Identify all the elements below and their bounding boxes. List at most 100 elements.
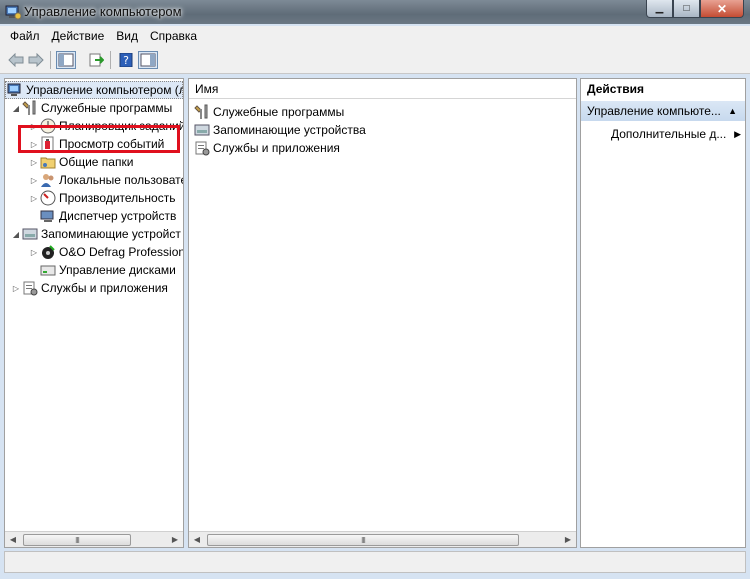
menu-view[interactable]: Вид <box>110 29 144 43</box>
submenu-arrow-icon: ▶ <box>734 128 741 139</box>
disk-management-icon <box>40 262 56 278</box>
toolbar: ? <box>0 46 750 74</box>
clock-icon <box>40 118 56 134</box>
export-list-icon <box>89 53 104 67</box>
tree-item-label: Службы и приложения <box>41 281 168 295</box>
svg-text:?: ? <box>123 54 129 67</box>
collapsed-arrow-icon[interactable]: ▷ <box>29 158 39 167</box>
actions-more-item[interactable]: Дополнительные д... ▶ <box>611 125 741 143</box>
column-header-label: Имя <box>195 81 219 96</box>
title-bar[interactable]: Управление компьютером ▁ □ ✕ <box>0 0 750 24</box>
tree-item-shared-folders[interactable]: ▷ Общие папки <box>29 153 134 171</box>
collapsed-arrow-icon[interactable]: ▷ <box>11 284 21 293</box>
actions-more-label: Дополнительные д... <box>611 127 727 141</box>
back-arrow-icon <box>8 53 24 67</box>
collapsed-arrow-icon[interactable]: ▷ <box>29 248 39 257</box>
list-item-label: Запоминающие устройства <box>213 123 366 137</box>
tree-item-system-tools[interactable]: ◢ Служебные программы <box>11 99 172 117</box>
close-button[interactable]: ✕ <box>700 0 744 18</box>
list-item-label: Службы и приложения <box>213 141 340 155</box>
storage-icon <box>22 226 38 242</box>
menu-file[interactable]: Файл <box>4 29 46 43</box>
close-icon: ✕ <box>716 1 728 16</box>
export-list-button[interactable] <box>86 51 106 69</box>
collapsed-arrow-icon[interactable]: ▷ <box>29 122 39 131</box>
scroll-right-icon[interactable]: ▶ <box>560 532 576 547</box>
tree-item-label: Запоминающие устройст <box>41 227 181 241</box>
storage-icon <box>194 122 210 138</box>
tree-item-oo-defrag[interactable]: ▷ O&O Defrag Profession <box>29 243 184 261</box>
toolbar-separator <box>50 51 51 69</box>
column-header-name[interactable]: Имя <box>189 79 576 99</box>
tree-root-item[interactable]: Управление компьютером (л <box>5 81 183 99</box>
list-item[interactable]: Служебные программы <box>193 103 344 121</box>
list-horizontal-scrollbar[interactable]: ◀ III ▶ <box>189 531 576 547</box>
status-bar <box>4 551 746 573</box>
tree-item-label: Производительность <box>59 191 176 205</box>
show-hide-action-pane-button[interactable] <box>138 51 158 69</box>
show-hide-tree-button[interactable] <box>56 51 76 69</box>
list-item-label: Служебные программы <box>213 105 345 119</box>
tools-icon <box>22 100 38 116</box>
tree-item-label: O&O Defrag Profession <box>59 245 184 259</box>
actions-header: Действия <box>581 79 745 99</box>
scrollbar-grip: III <box>361 535 366 545</box>
services-icon <box>194 140 210 156</box>
scroll-right-icon[interactable]: ▶ <box>167 532 183 547</box>
forward-button[interactable] <box>26 51 46 69</box>
collapsed-arrow-icon[interactable]: ▷ <box>29 140 39 149</box>
performance-icon <box>40 190 56 206</box>
tree-item-disk-management[interactable]: Управление дисками <box>29 261 176 279</box>
services-icon <box>22 280 38 296</box>
tree-item-event-viewer[interactable]: ▷ Просмотр событий <box>29 135 164 153</box>
scrollbar-thumb[interactable]: III <box>207 534 519 546</box>
collapse-up-icon[interactable]: ▲ <box>728 106 737 116</box>
menu-action[interactable]: Действие <box>46 29 111 43</box>
users-icon <box>40 172 56 188</box>
tree-item-storage[interactable]: ◢ Запоминающие устройст <box>11 225 181 243</box>
tree-item-label: Служебные программы <box>41 101 173 115</box>
device-manager-icon <box>40 208 56 224</box>
actions-section-computer-management[interactable]: Управление компьюте... ▲ <box>581 101 745 121</box>
collapsed-arrow-icon[interactable]: ▷ <box>29 176 39 185</box>
expanded-arrow-icon[interactable]: ◢ <box>11 230 21 239</box>
actions-section-label: Управление компьюте... <box>587 104 721 118</box>
back-button[interactable] <box>6 51 26 69</box>
menu-help[interactable]: Справка <box>144 29 203 43</box>
tree-item-label: Планировщик заданий <box>59 119 184 133</box>
tree-item-label: Просмотр событий <box>59 137 165 151</box>
list-item[interactable]: Службы и приложения <box>193 139 340 157</box>
event-viewer-icon <box>40 136 56 152</box>
maximize-icon: □ <box>683 3 690 14</box>
collapsed-arrow-icon[interactable]: ▷ <box>29 194 39 203</box>
forward-arrow-icon <box>28 53 44 67</box>
tree-root-label: Управление компьютером (л <box>26 83 184 97</box>
help-icon: ? <box>119 53 133 67</box>
tree-item-label: Управление дисками <box>59 263 176 277</box>
toolbar-separator <box>110 51 111 69</box>
tree-item-services-apps[interactable]: ▷ Службы и приложения <box>11 279 168 297</box>
scroll-left-icon[interactable]: ◀ <box>5 532 21 547</box>
tree-item-performance[interactable]: ▷ Производительность <box>29 189 175 207</box>
minimize-icon: ▁ <box>655 3 664 14</box>
scrollbar-grip: III <box>75 535 80 545</box>
menu-bar: Файл Действие Вид Справка <box>0 26 750 46</box>
console-tree-pane: Управление компьютером (л ◢ Служебные пр… <box>4 78 184 548</box>
maximize-button[interactable]: □ <box>673 0 700 18</box>
tree-item-device-manager[interactable]: Диспетчер устройств <box>29 207 176 225</box>
scrollbar-thumb[interactable]: III <box>23 534 131 546</box>
scroll-left-icon[interactable]: ◀ <box>189 532 205 547</box>
tree-item-task-scheduler[interactable]: ▷ Планировщик заданий <box>29 117 184 135</box>
tree-horizontal-scrollbar[interactable]: ◀ III ▶ <box>5 531 183 547</box>
tree-item-label: Диспетчер устройств <box>59 209 177 223</box>
list-item[interactable]: Запоминающие устройства <box>193 121 366 139</box>
tree-item-local-users[interactable]: ▷ Локальные пользовате <box>29 171 183 189</box>
action-pane-icon <box>140 53 156 67</box>
defrag-icon <box>40 244 56 260</box>
minimize-button[interactable]: ▁ <box>646 0 673 18</box>
tools-icon <box>194 104 210 120</box>
tree-item-label: Общие папки <box>59 155 134 169</box>
computer-management-window: Управление компьютером ▁ □ ✕ Файл Действ… <box>0 0 750 579</box>
expanded-arrow-icon[interactable]: ◢ <box>11 104 21 113</box>
help-button[interactable]: ? <box>116 51 136 69</box>
